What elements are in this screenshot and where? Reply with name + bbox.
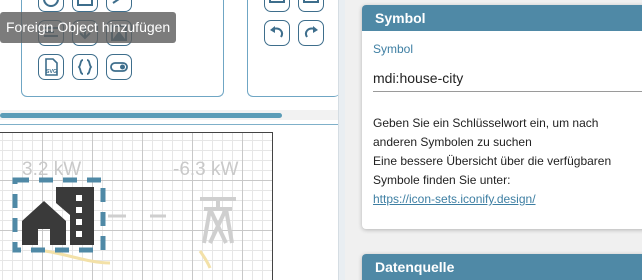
symbol-field-label: Symbol	[373, 42, 414, 56]
editor-area: SVG Foreign Object hinzufügen 3.2 kW -6.…	[0, 0, 338, 280]
iconify-link[interactable]: https://icon-sets.iconify.design/	[373, 192, 536, 206]
circle-tool-icon	[43, 0, 59, 7]
drawing-canvas[interactable]: 3.2 kW -6.3 kW	[0, 132, 273, 280]
data-source-section-header[interactable]: Datenquelle	[362, 254, 642, 280]
redo-button[interactable]	[298, 20, 324, 46]
line-tool-button[interactable]	[106, 0, 132, 12]
tooltip: Foreign Object hinzufügen	[0, 12, 176, 43]
code-tool-button[interactable]	[72, 54, 98, 80]
redo-icon	[305, 26, 318, 38]
send-back-button[interactable]	[298, 0, 324, 12]
arrange-toolbar-panel	[247, 0, 338, 97]
properties-panel: Symbol Symbol mdi:house-city Geben Sie e…	[345, 0, 642, 280]
symbol-input[interactable]: mdi:house-city	[373, 65, 642, 92]
rect-tool-button[interactable]	[72, 0, 98, 12]
svg-text:SVG: SVG	[46, 69, 58, 75]
house-city-icon	[22, 187, 94, 245]
layer-front-icon	[269, 0, 285, 3]
circle-tool-button[interactable]	[38, 0, 64, 12]
line-tool-icon	[112, 0, 120, 4]
symbol-section-header[interactable]: Symbol	[362, 5, 642, 31]
divider	[0, 124, 338, 125]
rect-tool-icon	[77, 0, 93, 6]
horizontal-scrollbar-thumb[interactable]	[0, 113, 282, 118]
layer-back-icon	[303, 0, 319, 3]
svg-tool-button[interactable]: SVG	[38, 54, 64, 80]
curly-braces-icon	[77, 59, 93, 75]
bring-front-button[interactable]	[264, 0, 290, 12]
transmission-tower-icon	[200, 197, 236, 244]
help-text-line: Eine bessere Übersicht über die verfügba…	[373, 154, 612, 168]
help-text-line: anderen Symbolen zu suchen	[373, 135, 532, 149]
data-source-section: Datenquelle	[362, 254, 642, 280]
undo-button[interactable]	[264, 20, 290, 46]
undo-icon	[270, 26, 283, 38]
help-text-line: Geben Sie ein Schlüsselwort ein, um nach	[373, 116, 599, 130]
symbol-section: Symbol Symbol mdi:house-city Geben Sie e…	[362, 5, 642, 229]
svg-file-icon: SVG	[45, 58, 58, 76]
help-text-line: Symbole finden Sie unter:	[373, 173, 511, 187]
toggle-tool-button[interactable]	[106, 54, 132, 80]
toggle-icon	[110, 62, 128, 72]
